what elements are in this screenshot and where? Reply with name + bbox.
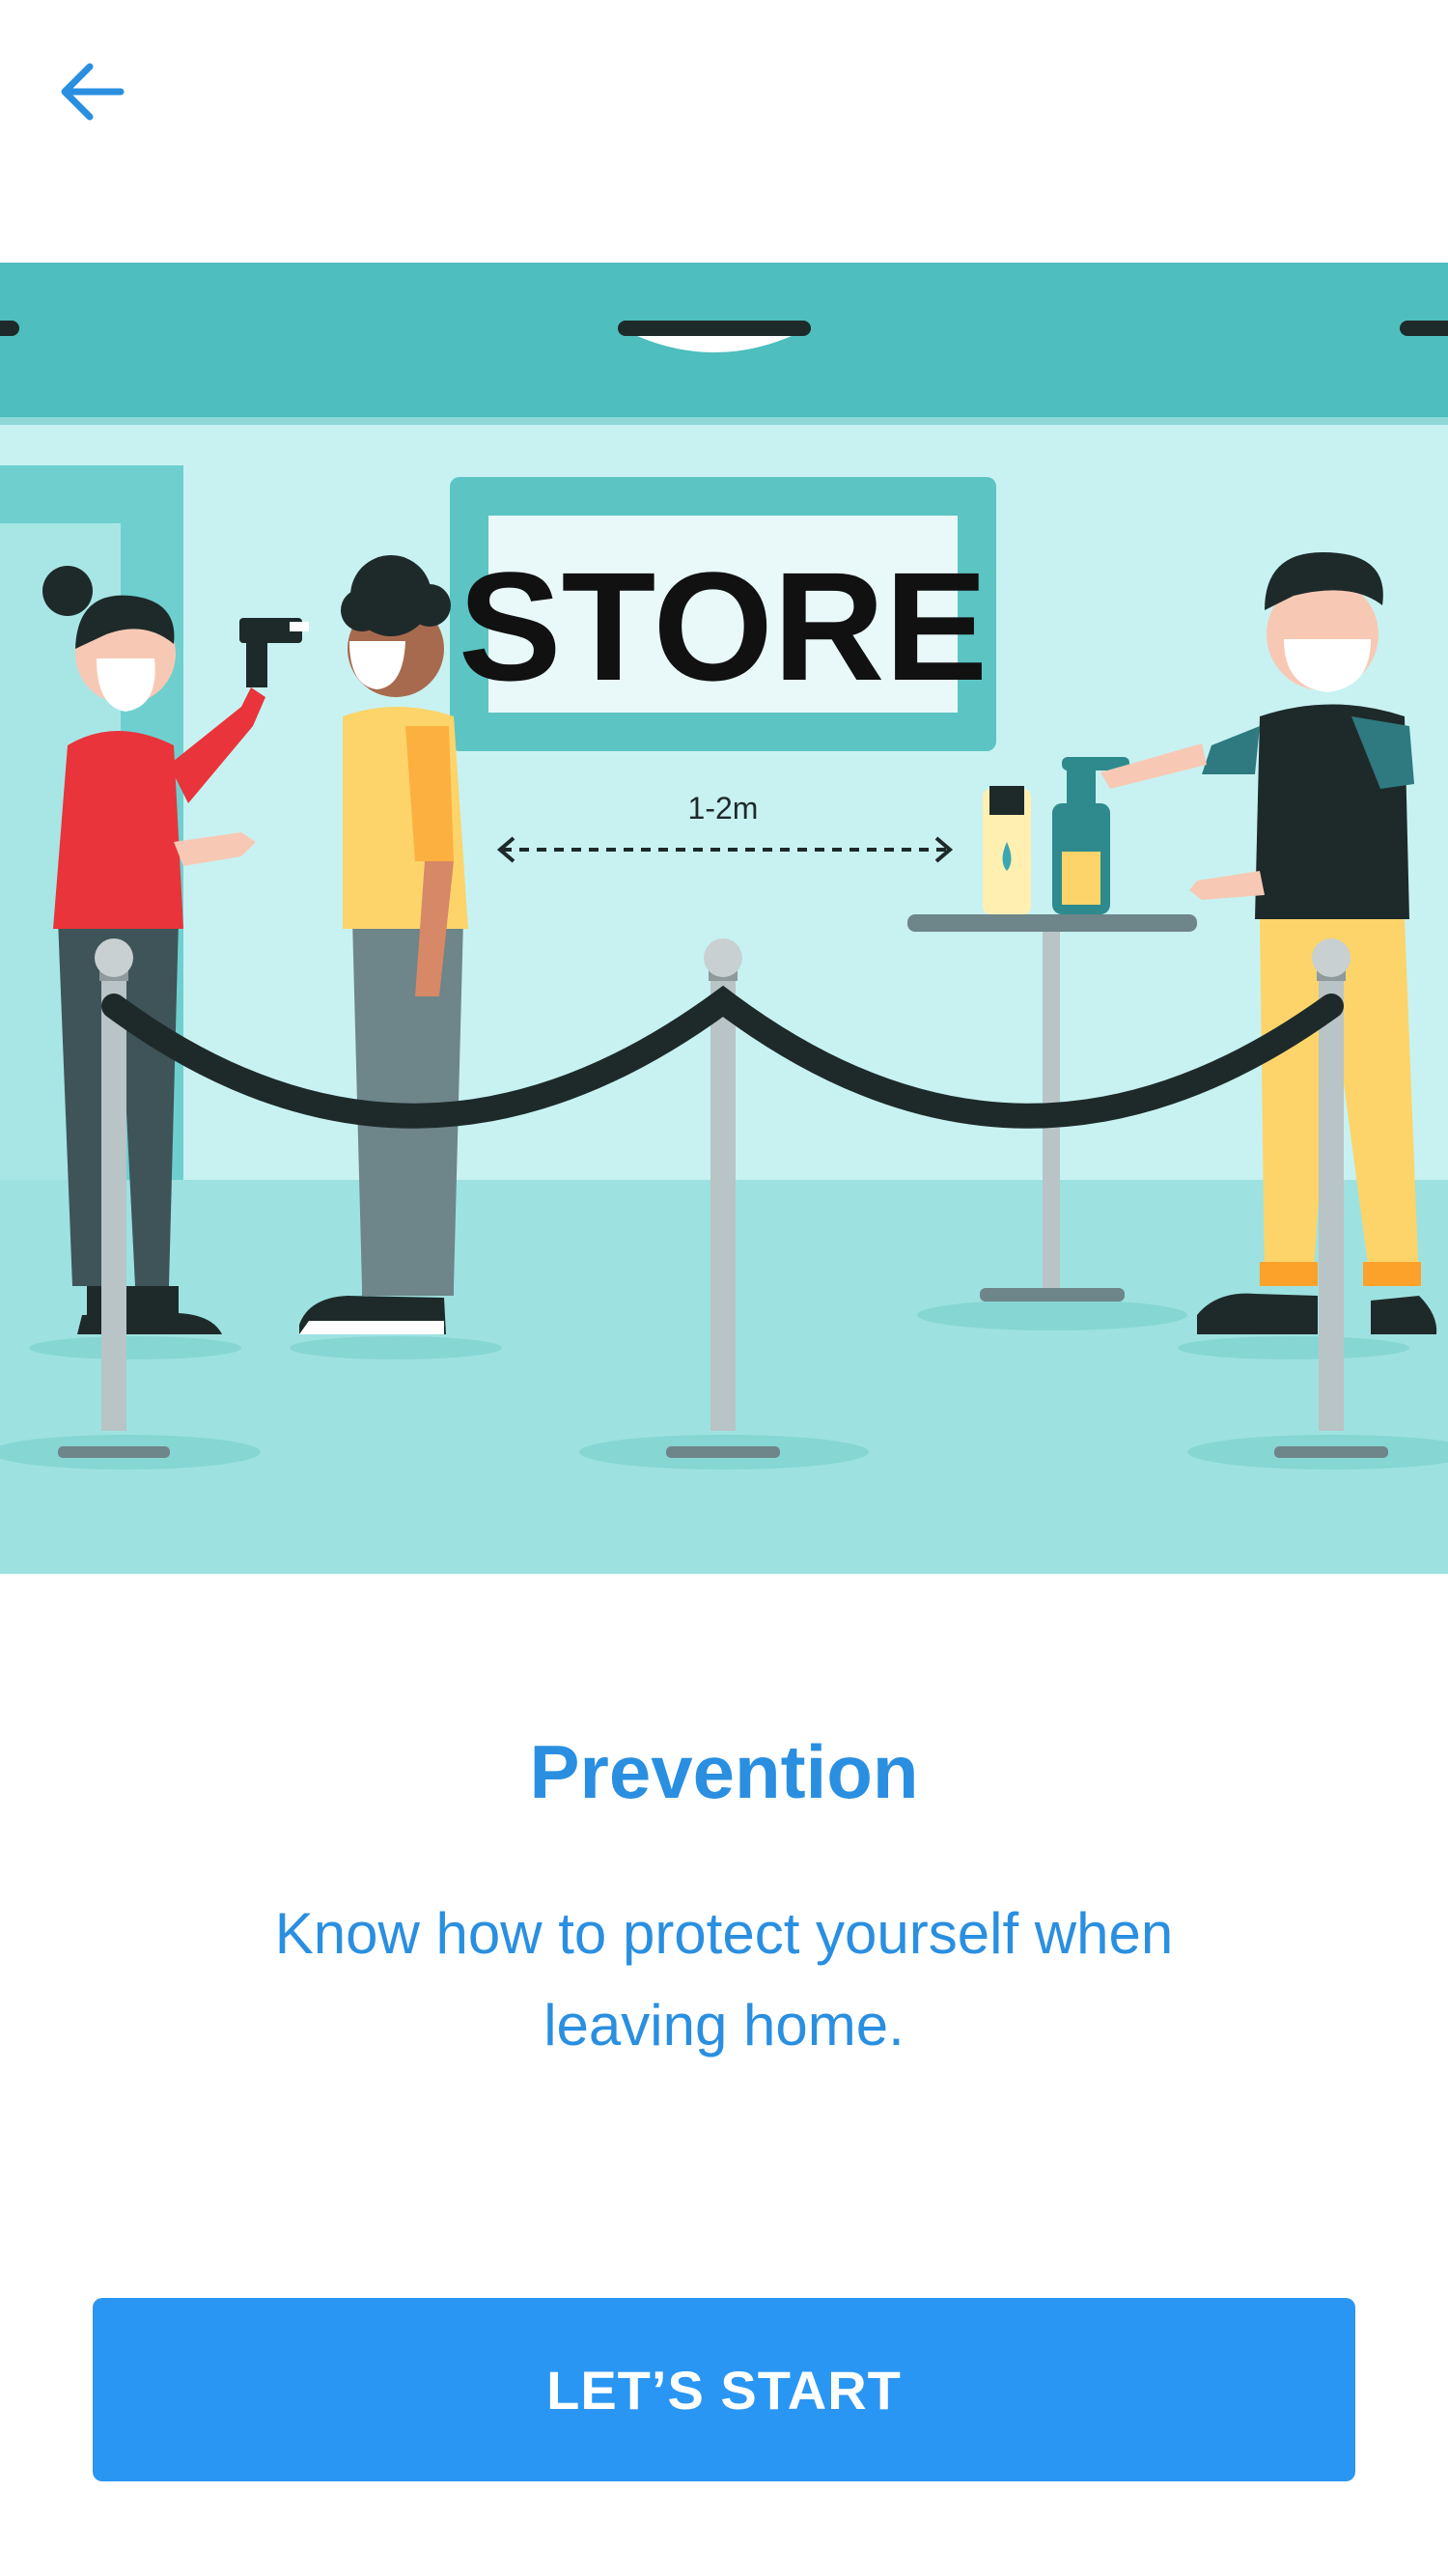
distance-label: 1-2m <box>688 791 759 826</box>
lets-start-label: LET’S START <box>546 2359 902 2421</box>
arrow-left-icon <box>61 63 125 121</box>
back-button[interactable] <box>39 39 145 145</box>
page-title: Prevention <box>529 1729 919 1814</box>
store-sign-text: STORE <box>459 540 988 713</box>
lets-start-button[interactable]: LET’S START <box>93 2298 1355 2481</box>
prevention-illustration: STORE 1-2m <box>0 263 1448 1574</box>
store-queue-illustration: STORE 1-2m <box>0 263 1448 1574</box>
page-subtitle: Know how to protect yourself when leavin… <box>274 1901 1174 2058</box>
